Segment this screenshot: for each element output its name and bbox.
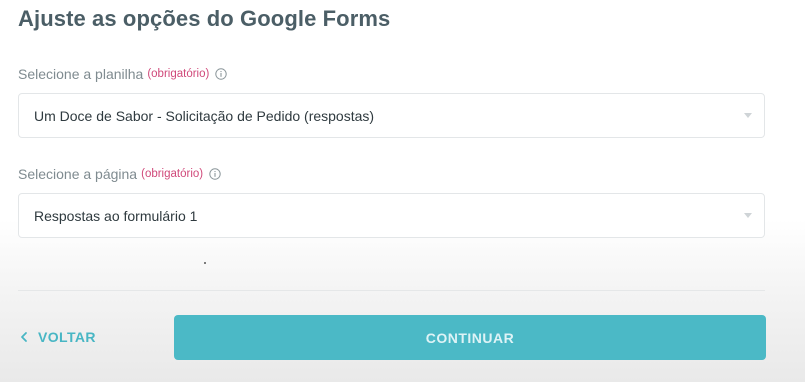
spreadsheet-select[interactable]: Um Doce de Sabor - Solicitação de Pedido… <box>18 93 765 138</box>
info-icon[interactable] <box>215 68 228 80</box>
continue-button-label: CONTINUAR <box>425 329 515 346</box>
chevron-left-icon <box>20 331 30 343</box>
sheet-select-value: Respostas ao formulário 1 <box>34 208 198 224</box>
dropdown-arrow-icon <box>744 213 752 218</box>
sheet-label: Selecione a página (obrigatório) <box>18 166 221 182</box>
spreadsheet-label-text: Selecione a planilha <box>18 66 144 82</box>
spreadsheet-select-value: Um Doce de Sabor - Solicitação de Pedido… <box>34 108 375 124</box>
required-indicator: (obrigatório) <box>141 168 204 180</box>
back-button-label: VOLTAR <box>38 329 96 345</box>
footer-divider <box>18 290 765 291</box>
required-indicator: (obrigatório) <box>147 68 210 80</box>
sheet-label-text: Selecione a página <box>18 166 138 182</box>
sheet-select[interactable]: Respostas ao formulário 1 <box>18 193 765 238</box>
continue-button[interactable]: CONTINUAR <box>174 315 766 360</box>
dropdown-arrow-icon <box>744 113 752 118</box>
back-button[interactable]: VOLTAR <box>20 329 96 345</box>
info-icon[interactable] <box>209 168 221 180</box>
page-title: Ajuste as opções do Google Forms <box>18 6 391 31</box>
spreadsheet-label: Selecione a planilha (obrigatório) <box>18 66 228 82</box>
stray-dot <box>204 262 206 264</box>
